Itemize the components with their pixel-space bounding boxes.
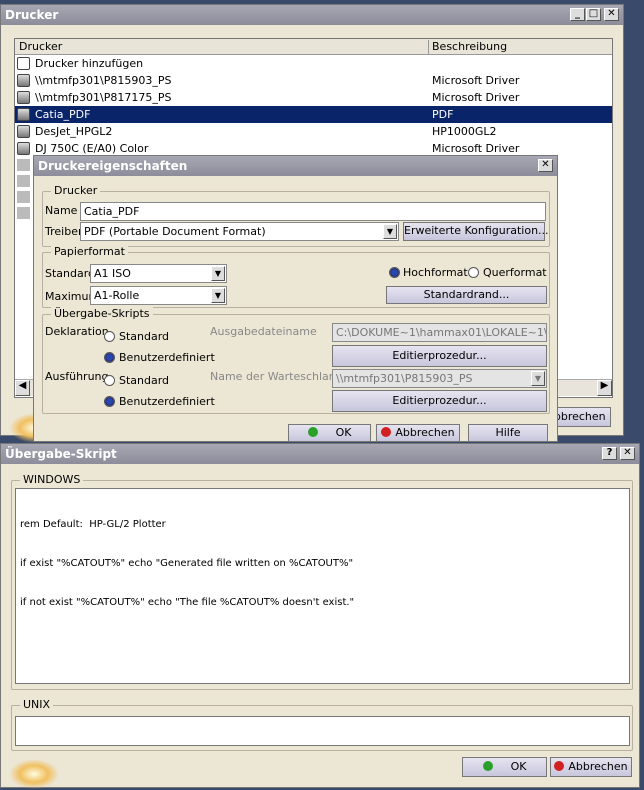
name-field[interactable]: Catia_PDF (80, 202, 546, 221)
chevron-down-icon: ▼ (531, 371, 545, 386)
hochformat-label: Hochformat (403, 266, 468, 279)
drucker-titlebar: Drucker _ □ ✕ (1, 5, 623, 25)
close-button[interactable]: ✕ (538, 159, 553, 172)
deklaration-label: Deklaration (45, 325, 109, 338)
catia-logo (9, 759, 59, 789)
cancel-icon (381, 427, 392, 437)
header-desc[interactable]: Beschreibung (432, 40, 507, 53)
uebergabe-skript-window: Übergabe-Skript ? ✕ WINDOWS rem Default:… (0, 443, 640, 789)
chevron-down-icon[interactable]: ▼ (211, 288, 225, 303)
printer-icon (17, 125, 30, 138)
printer-icon (17, 159, 30, 219)
header-printer[interactable]: Drucker (19, 40, 429, 54)
scroll-left-button[interactable]: ◀ (15, 380, 30, 396)
skript-ok-button[interactable]: OK (462, 757, 547, 777)
dialog-titlebar: Druckereigenschaften ✕ (34, 156, 557, 176)
printer-row[interactable]: \\mtmfp301\P815903_PS Microsoft Driver (15, 72, 612, 89)
druckereigenschaften-dialog: Druckereigenschaften ✕ Drucker Name Cati… (33, 155, 558, 442)
chevron-down-icon[interactable]: ▼ (383, 224, 397, 239)
deklaration-standard-radio[interactable] (104, 331, 115, 342)
printer-row[interactable]: DesJet_HPGL2 HP1000GL2 (15, 123, 612, 140)
warteschlange-select: \\mtmfp301\P815903_PS ▼ (332, 369, 547, 388)
dialog-ok-button[interactable]: OK (288, 424, 371, 442)
radio-standard-label: Standard (119, 330, 170, 343)
add-printer-icon (17, 57, 30, 70)
radio-benutzer-label: Benutzerdefiniert (119, 351, 215, 364)
name-label: Name (45, 204, 78, 217)
close-button[interactable]: ✕ (620, 447, 635, 460)
hochformat-radio[interactable] (389, 267, 400, 278)
ok-icon (482, 761, 493, 771)
minimize-button[interactable]: _ (570, 8, 585, 21)
maximum-select[interactable]: A1-Rolle ▼ (90, 286, 227, 305)
script-line: if not exist "%CATOUT%" echo "The file %… (20, 597, 355, 608)
script-line: rem Default: HP-GL/2 Plotter (20, 519, 166, 530)
radio-benutzer-label: Benutzerdefiniert (119, 395, 215, 408)
standard-label: Standard (45, 267, 96, 280)
editierprozedur-button-2[interactable]: Editierprozedur... (332, 390, 547, 412)
script-line: if exist "%CATOUT%" echo "Generated file… (20, 558, 354, 569)
close-button[interactable]: ✕ (604, 8, 619, 21)
chevron-down-icon[interactable]: ▼ (211, 266, 225, 281)
querformat-radio[interactable] (468, 267, 479, 278)
unix-script-textarea[interactable] (15, 716, 630, 746)
ausgabedatei-label: Ausgabedateiname (210, 325, 317, 338)
editierprozedur-button-1[interactable]: Editierprozedur... (332, 345, 547, 367)
deklaration-benutzer-radio[interactable] (104, 352, 115, 363)
skript-titlebar: Übergabe-Skript ? ✕ (1, 444, 639, 464)
ausfuehrung-benutzer-radio[interactable] (104, 396, 115, 407)
printer-row-selected[interactable]: Catia_PDF PDF (15, 106, 612, 123)
ausfuehrung-label: Ausführung (45, 370, 109, 383)
standardrand-button[interactable]: Standardrand... (386, 286, 547, 304)
treiber-select[interactable]: PDF (Portable Document Format) ▼ (80, 222, 399, 241)
windows-script-textarea[interactable]: rem Default: HP-GL/2 Plotter if exist "%… (15, 488, 630, 684)
help-button[interactable]: ? (602, 447, 617, 460)
printer-icon (17, 108, 30, 121)
dialog-abbrechen-button[interactable]: Abbrechen (376, 424, 460, 442)
printer-icon (17, 74, 30, 87)
skript-abbrechen-button[interactable]: Abbrechen (550, 757, 632, 777)
ausgabedatei-field: C:\DOKUME~1\hammax01\LOKALE~1\Tem (332, 323, 547, 342)
warteschlange-label: Name der Warteschlange (210, 370, 350, 383)
querformat-label: Querformat (483, 266, 547, 279)
maximize-button[interactable]: □ (586, 8, 601, 21)
ausfuehrung-standard-radio[interactable] (104, 375, 115, 386)
list-header: Drucker Beschreibung (15, 39, 612, 55)
cancel-icon (554, 761, 565, 771)
skript-title: Übergabe-Skript (5, 447, 117, 461)
radio-standard-label: Standard (119, 374, 170, 387)
printer-icon (17, 91, 30, 104)
treiber-label: Treiber (45, 225, 83, 238)
dialog-hilfe-button[interactable]: Hilfe (468, 424, 548, 442)
standard-select[interactable]: A1 ISO ▼ (90, 264, 227, 283)
printer-row[interactable]: Drucker hinzufügen (15, 55, 612, 72)
printer-row[interactable]: \\mtmfp301\P817175_PS Microsoft Driver (15, 89, 612, 106)
scroll-right-button[interactable]: ▶ (597, 380, 612, 396)
dialog-title: Druckereigenschaften (38, 159, 188, 173)
ok-icon (307, 427, 318, 437)
drucker-title: Drucker (5, 8, 59, 22)
erweiterte-konfiguration-button[interactable]: Erweiterte Konfiguration... (403, 222, 549, 241)
printer-icon (17, 142, 30, 155)
